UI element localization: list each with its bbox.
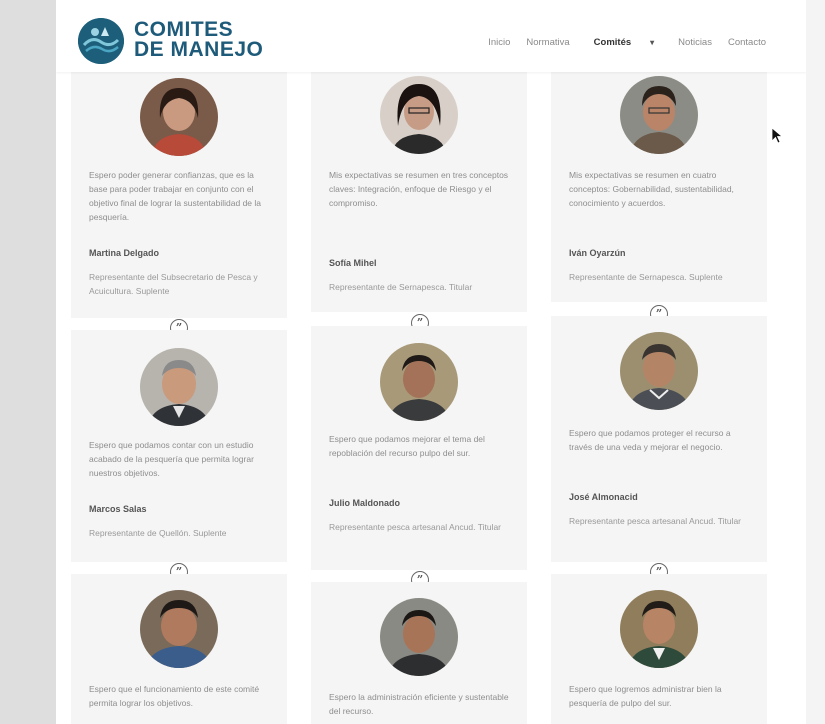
member-role: Representante de Sernapesca. Titular	[329, 282, 473, 292]
main-nav: Inicio Normativa Comités ▾ Noticias Conta…	[480, 37, 774, 48]
avatar	[380, 598, 458, 676]
member-card: Espero que podamos contar con un estudio…	[71, 330, 287, 562]
chevron-down-icon: ▾	[650, 38, 655, 47]
testimonial-quote: Espero que podamos contar con un estudio…	[89, 440, 254, 478]
brand-name[interactable]: COMITES DE MANEJO	[134, 18, 264, 61]
brand-line-2: DE MANEJO	[134, 38, 264, 61]
testimonial-quote: Espero poder generar confianzas, que es …	[89, 170, 262, 222]
testimonial-quote: Espero que podamos mejorar el tema del r…	[329, 434, 485, 458]
nav-item-comites[interactable]: Comités ▾	[578, 37, 671, 48]
site-header: COMITES DE MANEJO Inicio Normativa Comit…	[56, 0, 806, 72]
member-name: Sofía Mihel	[329, 258, 377, 268]
testimonial-quote: Espero que el funcionamiento de este com…	[89, 684, 260, 708]
testimonial-quote: Espero que podamos proteger el recurso a…	[569, 428, 731, 452]
avatar	[140, 590, 218, 668]
nav-item-contacto[interactable]: Contacto	[720, 37, 774, 48]
nav-item-normativa[interactable]: Normativa	[518, 37, 577, 48]
avatar	[620, 332, 698, 410]
window-frame-right	[806, 0, 825, 724]
member-name: Martina Delgado	[89, 248, 160, 258]
member-card: Espero poder generar confianzas, que es …	[71, 72, 287, 318]
nav-item-noticias[interactable]: Noticias	[670, 37, 720, 48]
member-name: José Almonacid	[569, 492, 638, 502]
member-card: Mis expectativas se resumen en tres conc…	[311, 72, 527, 312]
member-card: Espero que logremos administrar bien la …	[551, 574, 767, 724]
avatar	[620, 76, 698, 154]
logo-icon[interactable]	[78, 18, 124, 64]
brand-line-1: COMITES	[134, 18, 234, 41]
member-role: Representante pesca artesanal Ancud. Tit…	[329, 522, 501, 532]
avatar	[380, 76, 458, 154]
testimonial-quote: Mis expectativas se resumen en tres conc…	[329, 170, 509, 208]
member-name: Julio Maldonado	[329, 498, 400, 508]
nav-item-inicio[interactable]: Inicio	[480, 37, 518, 48]
avatar	[620, 590, 698, 668]
member-name: Iván Oyarzún	[569, 248, 626, 258]
member-card: Espero que podamos mejorar el tema del r…	[311, 326, 527, 570]
member-role: Representante de Sernapesca. Suplente	[569, 272, 723, 282]
avatar	[380, 343, 458, 421]
testimonial-quote: Espero la administración eficiente y sus…	[329, 692, 509, 716]
member-card: Mis expectativas se resumen en cuatro co…	[551, 72, 767, 302]
avatar	[140, 78, 218, 156]
window-frame-left	[0, 0, 56, 724]
mouse-cursor-icon	[771, 127, 783, 144]
member-role: Representante del Subsecretario de Pesca…	[89, 272, 258, 296]
testimonial-quote: Espero que logremos administrar bien la …	[569, 684, 722, 708]
member-role: Representante de Quellón. Suplente	[89, 528, 227, 538]
nav-item-comites-label: Comités	[593, 37, 632, 48]
testimonial-quote: Mis expectativas se resumen en cuatro co…	[569, 170, 734, 208]
web-page: COMITES DE MANEJO Inicio Normativa Comit…	[56, 0, 806, 724]
avatar	[140, 348, 218, 426]
member-card: Espero que el funcionamiento de este com…	[71, 574, 287, 724]
member-card: Espero la administración eficiente y sus…	[311, 582, 527, 724]
member-role: Representante pesca artesanal Ancud. Tit…	[569, 516, 741, 526]
member-name: Marcos Salas	[89, 504, 147, 514]
member-card: Espero que podamos proteger el recurso a…	[551, 316, 767, 562]
